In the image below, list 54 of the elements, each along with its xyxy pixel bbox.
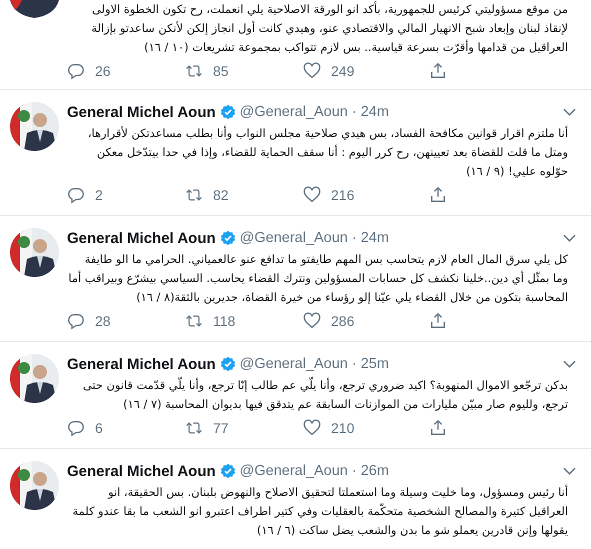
- author-handle[interactable]: @General_Aoun: [240, 463, 348, 479]
- avatar[interactable]: [10, 354, 59, 403]
- retweet-count: 82: [213, 187, 229, 203]
- chevron-down-icon[interactable]: [563, 108, 576, 116]
- like-count: 216: [331, 187, 354, 203]
- retweet-count: 118: [213, 313, 236, 329]
- chevron-down-icon[interactable]: [563, 234, 576, 242]
- reply-count: 28: [95, 313, 111, 329]
- avatar[interactable]: [10, 461, 59, 510]
- tweet-text: كل يلي سرق المال العام لازم يتحاسب بس المهم طايفتو ما تدافع عنو عالعمياني. الحرامي ما الو طايفة وما بمثّل أي دين..خلينا نكشف كل حسابات المسؤولين ونترك القضاء يحاسب. السياسي بيشرّع وبيراقب أما المحاسبة بتكون من خلال القضاء يلي عيّنا إلو رؤساء من خيرة القضاة، جديرين بالثقة(٨ / ١٦): [67, 251, 568, 306]
- tweet-text: بدكن ترجّعو الاموال المنهوبة؟ اكيد ضروري ترجع، وأنا يلّي عم طالب إنّا ترجع، وأنا يلّي قدّمت قانون حتى ترجع، ولليوم صار مبيّن مليارات من الموازنات السابقة عم يتدقق فيها بديوان المحاسبة (٧ / ١٦): [82, 376, 568, 413]
- tweet-time[interactable]: 24m: [360, 230, 389, 246]
- chevron-down-icon[interactable]: [563, 360, 576, 368]
- reply-icon[interactable]: [67, 419, 85, 437]
- author-name[interactable]: General Michel Aoun: [67, 462, 216, 480]
- reply-count: 2: [95, 187, 103, 203]
- chevron-down-icon[interactable]: [563, 467, 576, 475]
- tweet-text: أنا رئيس ومسؤول، وما خليت وسيلة وما استعملتا لتحقيق الاصلاح والنهوض بلبنان. بس الحقيقة، انو العراقيل كتيرة والمصالح الشخصية متحكّمة بالعقليات وفي كتير اطراف اعتبرو انو الشعب ما بقا عندو كلمة يقولها وإنن قادرين يعملو شو ما بدن والشعب يضل ساكت (٦ / ١٦): [72, 484, 568, 539]
- separator-dot: ·: [352, 230, 357, 246]
- author-handle[interactable]: @General_Aoun: [240, 230, 348, 246]
- reply-count: 6: [95, 420, 103, 436]
- avatar[interactable]: [10, 0, 59, 18]
- like-count: 286: [331, 313, 354, 329]
- avatar[interactable]: [10, 228, 59, 277]
- share-icon[interactable]: [429, 419, 447, 437]
- share-icon[interactable]: [429, 62, 447, 80]
- share-icon[interactable]: [429, 186, 447, 204]
- heart-icon[interactable]: [303, 62, 321, 80]
- author-name[interactable]: General Michel Aoun: [67, 230, 216, 246]
- retweet-count: 85: [213, 63, 229, 79]
- reply-icon[interactable]: [67, 186, 85, 204]
- separator-dot: ·: [352, 104, 357, 120]
- author-handle[interactable]: @General_Aoun: [240, 104, 348, 120]
- tweet-time[interactable]: 25m: [360, 356, 389, 372]
- separator-dot: ·: [352, 356, 357, 372]
- heart-icon[interactable]: [303, 419, 321, 437]
- reply-icon[interactable]: [67, 62, 85, 80]
- author-handle[interactable]: @General_Aoun: [240, 356, 348, 372]
- reply-icon[interactable]: [67, 312, 85, 330]
- author-name[interactable]: General Michel Aoun: [67, 356, 216, 372]
- tweet-text: من موقع مسؤوليتي كرئيس للجمهورية، بأكد انو الورقة الاصلاحية يلي انعملت، رح تكون الخطوة الاولى لإنقاذ لبنان وإبعاد شبح الانهيار المالي والاقتصادي عنو، وهيدي كانت أول انجاز إلكن لأنكن ساعدتو بإزالة العراقيل من قدامها وأقرّت بسرعة قياسية.. بس لازم تتواكب بمجموعة تشريعات (١٠ / ١٦): [90, 0, 568, 56]
- like-count: 249: [331, 63, 354, 79]
- tweet-text: أنا ملتزم اقرار قوانين مكافحة الفساد، بس هيدي صلاحية مجلس النواب وأنا بطلب مساعدتكن لأقرارها، ومتل ما قلت للقضاة بعد تعيينهن، رح كرر اليوم : أنا سقف الحماية للقضاء، وإذا في حدا بيتدّخل معكن حوّلوه عليي! (٩ / ١٦): [86, 124, 568, 180]
- retweet-count: 77: [213, 420, 229, 436]
- avatar[interactable]: [10, 102, 59, 151]
- heart-icon[interactable]: [303, 186, 321, 204]
- reply-count: 26: [95, 63, 111, 79]
- heart-icon[interactable]: [303, 312, 321, 330]
- separator-dot: ·: [352, 463, 357, 479]
- tweet-time[interactable]: 24m: [360, 104, 389, 120]
- share-icon[interactable]: [429, 312, 447, 330]
- like-count: 210: [331, 420, 354, 436]
- author-name[interactable]: General Michel Aoun: [67, 104, 216, 120]
- tweet-time[interactable]: 26m: [360, 463, 389, 479]
